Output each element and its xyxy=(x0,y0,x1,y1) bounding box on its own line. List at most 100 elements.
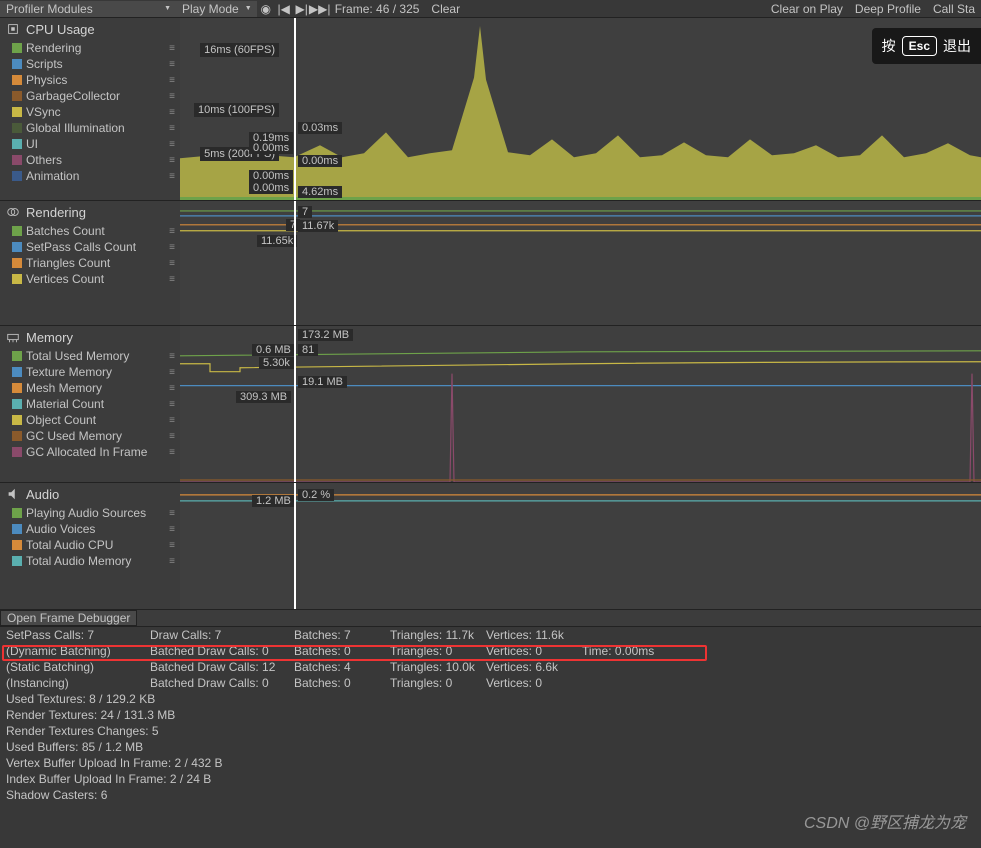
stat-line: Used Textures: 8 / 129.2 KB xyxy=(0,691,981,707)
rendering-graph[interactable]: 7711.67k11.65k xyxy=(180,201,981,325)
stat-line: Render Textures: 24 / 131.3 MB xyxy=(0,707,981,723)
menu-icon[interactable]: ≡ xyxy=(169,75,174,86)
clear-on-play-button[interactable]: Clear on Play xyxy=(765,1,849,17)
play-mode-dropdown[interactable]: Play Mode xyxy=(176,1,257,17)
menu-icon[interactable]: ≡ xyxy=(169,274,174,285)
menu-icon[interactable]: ≡ xyxy=(169,43,174,54)
color-swatch xyxy=(12,383,22,393)
menu-icon[interactable]: ≡ xyxy=(169,508,174,519)
menu-icon[interactable]: ≡ xyxy=(169,155,174,166)
legend-item[interactable]: Mesh Memory ≡ xyxy=(0,380,180,396)
legend-label: VSync xyxy=(26,105,169,119)
call-stacks-button[interactable]: Call Sta xyxy=(927,1,981,17)
color-swatch xyxy=(12,139,22,149)
legend-label: Object Count xyxy=(26,413,169,427)
legend-label: Playing Audio Sources xyxy=(26,506,169,520)
legend-item[interactable]: Others ≡ xyxy=(0,152,180,168)
audio-graph[interactable]: 1.2 MB0.2 % xyxy=(180,483,981,609)
legend-item[interactable]: Vertices Count ≡ xyxy=(0,271,180,287)
legend-item[interactable]: Scripts ≡ xyxy=(0,56,180,72)
playhead[interactable] xyxy=(294,201,296,325)
stat-line: Used Buffers: 85 / 1.2 MB xyxy=(0,739,981,755)
menu-icon[interactable]: ≡ xyxy=(169,556,174,567)
playhead[interactable] xyxy=(294,483,296,609)
value-annotation: 0.03ms xyxy=(298,122,342,134)
value-annotation: 7 xyxy=(298,206,312,218)
prev-frame-icon[interactable]: |◀ xyxy=(275,1,293,17)
menu-icon[interactable]: ≡ xyxy=(169,242,174,253)
legend-item[interactable]: Object Count ≡ xyxy=(0,412,180,428)
legend-item[interactable]: Physics ≡ xyxy=(0,72,180,88)
record-icon[interactable]: ◉ xyxy=(257,1,275,17)
esc-key-icon: Esc xyxy=(902,36,937,56)
legend-item[interactable]: GarbageCollector ≡ xyxy=(0,88,180,104)
rendering-header[interactable]: Rendering xyxy=(0,201,180,223)
cpu-usage-header[interactable]: CPU Usage xyxy=(0,18,180,40)
menu-icon[interactable]: ≡ xyxy=(169,447,174,458)
menu-icon[interactable]: ≡ xyxy=(169,226,174,237)
color-swatch xyxy=(12,399,22,409)
profiler-modules-dropdown[interactable]: Profiler Modules xyxy=(0,1,176,17)
legend-item[interactable]: UI ≡ xyxy=(0,136,180,152)
legend-item[interactable]: Texture Memory ≡ xyxy=(0,364,180,380)
legend-item[interactable]: Playing Audio Sources ≡ xyxy=(0,505,180,521)
menu-icon[interactable]: ≡ xyxy=(169,415,174,426)
legend-item[interactable]: Total Used Memory ≡ xyxy=(0,348,180,364)
color-swatch xyxy=(12,431,22,441)
menu-icon[interactable]: ≡ xyxy=(169,107,174,118)
memory-header[interactable]: Memory xyxy=(0,326,180,348)
legend-item[interactable]: Triangles Count ≡ xyxy=(0,255,180,271)
legend-label: Global Illumination xyxy=(26,121,169,135)
menu-icon[interactable]: ≡ xyxy=(169,351,174,362)
legend-item[interactable]: Total Audio CPU ≡ xyxy=(0,537,180,553)
audio-header[interactable]: Audio xyxy=(0,483,180,505)
menu-icon[interactable]: ≡ xyxy=(169,383,174,394)
color-swatch xyxy=(12,367,22,377)
menu-icon[interactable]: ≡ xyxy=(169,524,174,535)
color-swatch xyxy=(12,59,22,69)
menu-icon[interactable]: ≡ xyxy=(169,540,174,551)
legend-item[interactable]: Audio Voices ≡ xyxy=(0,521,180,537)
legend-label: SetPass Calls Count xyxy=(26,240,169,254)
stat-value: Triangles: 11.7k xyxy=(390,628,486,642)
stat-line: Vertex Buffer Upload In Frame: 2 / 432 B xyxy=(0,755,981,771)
legend-item[interactable]: GC Used Memory ≡ xyxy=(0,428,180,444)
memory-graph[interactable]: 173.2 MB0.6 MB815.30k19.1 MB309.3 MB xyxy=(180,326,981,482)
last-frame-icon[interactable]: ▶▶| xyxy=(311,1,329,17)
menu-icon[interactable]: ≡ xyxy=(169,91,174,102)
top-toolbar: Profiler Modules Play Mode ◉ |◀ ▶| ▶▶| F… xyxy=(0,0,981,18)
menu-icon[interactable]: ≡ xyxy=(169,399,174,410)
menu-icon[interactable]: ≡ xyxy=(169,59,174,70)
stat-value: Vertices: 6.6k xyxy=(486,660,582,674)
deep-profile-button[interactable]: Deep Profile xyxy=(849,1,927,17)
legend-item[interactable]: VSync ≡ xyxy=(0,104,180,120)
legend-item[interactable]: GC Allocated In Frame ≡ xyxy=(0,444,180,460)
menu-icon[interactable]: ≡ xyxy=(169,123,174,134)
menu-icon[interactable]: ≡ xyxy=(169,431,174,442)
memory-module: Memory Total Used Memory ≡ Texture Memor… xyxy=(0,326,981,483)
legend-label: Rendering xyxy=(26,41,169,55)
y-axis-label: 16ms (60FPS) xyxy=(200,43,279,57)
menu-icon[interactable]: ≡ xyxy=(169,367,174,378)
legend-label: Material Count xyxy=(26,397,169,411)
legend-item[interactable]: Animation ≡ xyxy=(0,168,180,184)
color-swatch xyxy=(12,351,22,361)
clear-button[interactable]: Clear xyxy=(425,1,466,17)
legend-item[interactable]: Rendering ≡ xyxy=(0,40,180,56)
legend-item[interactable]: Total Audio Memory ≡ xyxy=(0,553,180,569)
highlight-annotation xyxy=(2,645,707,661)
menu-icon[interactable]: ≡ xyxy=(169,258,174,269)
cpu-usage-graph[interactable]: 16ms (60FPS)10ms (100FPS)5ms (200FPS) 0.… xyxy=(180,18,981,200)
playhead[interactable] xyxy=(294,18,296,200)
menu-icon[interactable]: ≡ xyxy=(169,139,174,150)
stat-value: Vertices: 0 xyxy=(486,676,582,690)
menu-icon[interactable]: ≡ xyxy=(169,171,174,182)
legend-label: Others xyxy=(26,153,169,167)
legend-label: GC Used Memory xyxy=(26,429,169,443)
legend-item[interactable]: Global Illumination ≡ xyxy=(0,120,180,136)
legend-item[interactable]: SetPass Calls Count ≡ xyxy=(0,239,180,255)
legend-item[interactable]: Batches Count ≡ xyxy=(0,223,180,239)
legend-item[interactable]: Material Count ≡ xyxy=(0,396,180,412)
playhead[interactable] xyxy=(294,326,296,482)
open-frame-debugger-button[interactable]: Open Frame Debugger xyxy=(0,610,137,626)
